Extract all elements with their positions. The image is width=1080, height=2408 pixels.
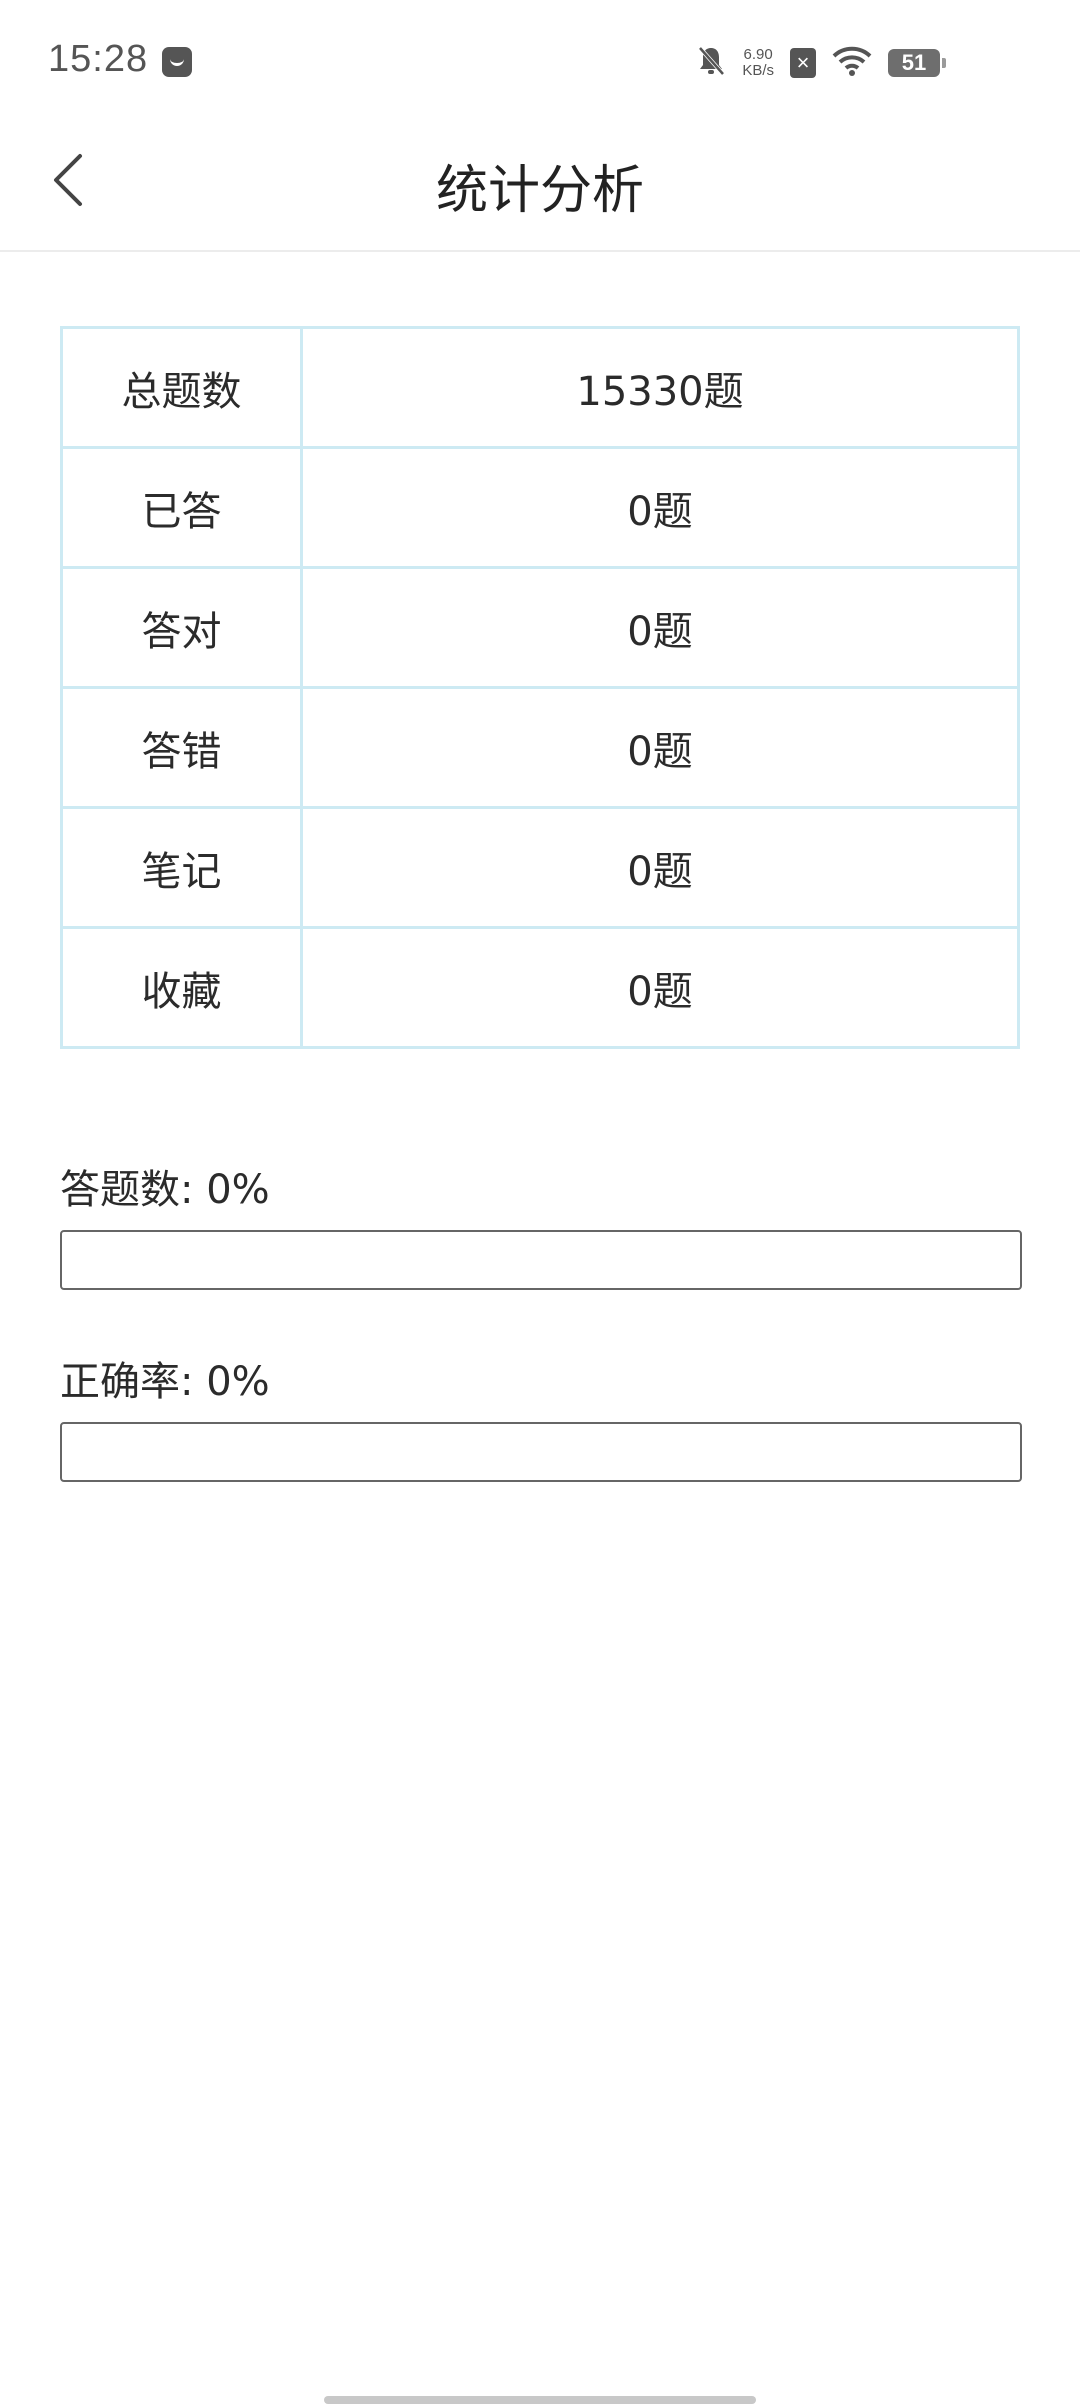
stat-value-favorites: 0题 bbox=[300, 926, 1020, 1049]
wifi-icon bbox=[832, 46, 872, 80]
table-row: 答对 0题 bbox=[60, 566, 1020, 689]
status-icons: 6.90 KB/s × 51 bbox=[696, 40, 946, 86]
battery-icon: 51 bbox=[888, 49, 946, 77]
answered-progress-label: 答题数: 0% bbox=[60, 1167, 270, 1213]
status-bar: 15:28 6.90 KB/s × 51 bbox=[0, 0, 1080, 110]
stat-value-notes: 0题 bbox=[300, 806, 1020, 929]
stat-label-total: 总题数 bbox=[60, 326, 303, 449]
stat-value-wrong: 0题 bbox=[300, 686, 1020, 809]
app-notification-icon bbox=[162, 47, 192, 77]
stat-label-notes: 笔记 bbox=[60, 806, 303, 929]
stat-value-total: 15330题 bbox=[300, 326, 1020, 449]
table-row: 总题数 15330题 bbox=[60, 326, 1020, 449]
stat-label-wrong: 答错 bbox=[60, 686, 303, 809]
accuracy-progress-label: 正确率: 0% bbox=[60, 1359, 270, 1405]
accuracy-progress-section: 正确率: 0% bbox=[60, 1352, 1022, 1482]
network-speed-value: 6.90 bbox=[743, 46, 773, 63]
stat-label-correct: 答对 bbox=[60, 566, 303, 689]
table-row: 已答 0题 bbox=[60, 446, 1020, 569]
answered-progress-section: 答题数: 0% bbox=[60, 1160, 1022, 1290]
mute-bell-icon bbox=[696, 45, 726, 81]
table-row: 答错 0题 bbox=[60, 686, 1020, 809]
header: 统计分析 bbox=[0, 110, 1080, 252]
page-title: 统计分析 bbox=[435, 161, 644, 221]
table-row: 收藏 0题 bbox=[60, 926, 1020, 1049]
table-row: 笔记 0题 bbox=[60, 806, 1020, 929]
network-speed: 6.90 KB/s bbox=[742, 47, 774, 79]
accuracy-progress-bar bbox=[60, 1422, 1022, 1482]
stat-value-answered: 0题 bbox=[300, 446, 1020, 569]
network-speed-unit: KB/s bbox=[742, 62, 774, 79]
status-time: 15:28 bbox=[48, 38, 149, 80]
sim-off-icon: × bbox=[790, 48, 816, 78]
answered-progress-bar bbox=[60, 1230, 1022, 1290]
stats-table: 总题数 15330题 已答 0题 答对 0题 答错 0题 笔记 0题 收藏 0题 bbox=[60, 326, 1020, 1049]
stat-value-correct: 0题 bbox=[300, 566, 1020, 689]
home-indicator[interactable] bbox=[324, 2396, 756, 2404]
stat-label-favorites: 收藏 bbox=[60, 926, 303, 1049]
stat-label-answered: 已答 bbox=[60, 446, 303, 569]
